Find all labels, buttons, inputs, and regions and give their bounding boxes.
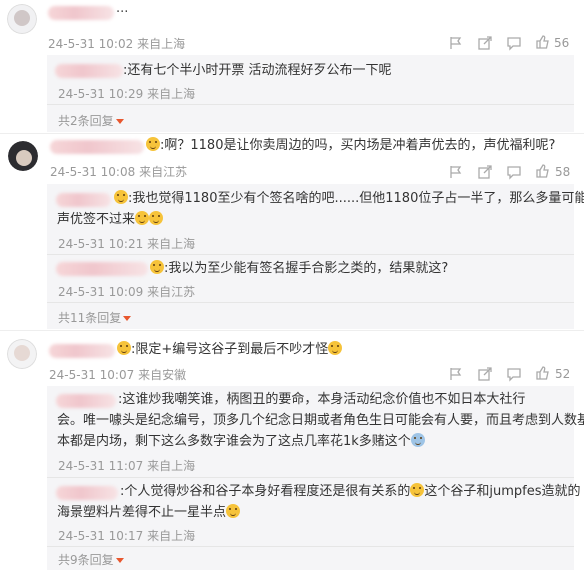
- comment-divider: [0, 133, 584, 134]
- comment-icon[interactable]: [506, 366, 522, 382]
- reply-text: :还有七个半小时开票 活动流程好歹公布一下呢: [123, 63, 392, 78]
- chevron-down-icon: [115, 119, 124, 124]
- reply-text: 海景塑料片差得不止一星半点: [57, 502, 241, 523]
- username-redacted[interactable]: [56, 262, 148, 276]
- emoji-icon: [150, 260, 164, 274]
- like-count: 56: [554, 36, 570, 50]
- report-icon[interactable]: [448, 35, 464, 51]
- share-icon[interactable]: [477, 35, 493, 51]
- chevron-down-icon: [123, 316, 132, 321]
- more-replies-link[interactable]: 共9条回复: [58, 551, 124, 568]
- like-icon[interactable]: [535, 163, 551, 179]
- more-replies-link[interactable]: 共11条回复: [58, 309, 132, 326]
- report-icon[interactable]: [448, 164, 464, 180]
- reply-time: 24-5-31 11:07 来自上海: [58, 459, 196, 473]
- emoji-icon: [149, 211, 164, 225]
- reply-text: :我也觉得1180至少有个签名啥的吧......但他1180位子占一半了，那么多…: [114, 188, 584, 209]
- comment-icon[interactable]: [506, 164, 522, 180]
- comment-text: :啊？1180是让你卖周边的吗，买内场是冲着声优去的，声优福利呢?: [146, 135, 555, 156]
- reply-time: 24-5-31 10:17 来自上海: [58, 529, 196, 543]
- username-redacted[interactable]: [56, 394, 116, 408]
- share-icon[interactable]: [477, 366, 493, 382]
- username-redacted[interactable]: [50, 140, 144, 154]
- share-icon[interactable]: [477, 164, 493, 180]
- like-count: 58: [555, 165, 571, 179]
- reply-text: 会。唯一噱头是纪念编号，顶多几个纪念日期或者角色生日可能会有人要，而且考虑到人数…: [57, 413, 584, 428]
- comment-divider: [0, 330, 584, 331]
- comment-time: 24-5-31 10:02 来自上海: [48, 37, 186, 51]
- emoji-icon: [135, 211, 150, 225]
- more-replies-link[interactable]: 共2条回复: [58, 112, 124, 129]
- like-icon[interactable]: [535, 365, 551, 381]
- avatar[interactable]: [7, 4, 37, 34]
- divider: [47, 477, 574, 478]
- reply-text: :我以为至少能有签名握手合影之类的，结果就这?: [150, 258, 448, 279]
- username-redacted[interactable]: [56, 486, 118, 500]
- comment-time: 24-5-31 10:07 来自安徽: [49, 368, 187, 382]
- reply-text: :这谁炒我嘲笑谁，柄图丑的要命，本身活动纪念价值也不如日本大社行: [118, 392, 526, 407]
- username-redacted[interactable]: [56, 193, 111, 207]
- emoji-icon: [146, 137, 160, 151]
- avatar[interactable]: [8, 141, 38, 171]
- divider: [47, 254, 574, 255]
- divider: [47, 546, 574, 547]
- username-redacted[interactable]: [49, 344, 115, 358]
- divider: [47, 302, 574, 303]
- username-redacted[interactable]: [55, 64, 123, 78]
- reply-time: 24-5-31 10:09 来自江苏: [58, 285, 196, 299]
- comment-time: 24-5-31 10:08 来自江苏: [50, 165, 188, 179]
- reply-time: 24-5-31 10:21 来自上海: [58, 237, 196, 251]
- username-redacted[interactable]: [48, 6, 114, 20]
- reply-time: 24-5-31 10:29 来自上海: [58, 87, 196, 101]
- reply-text: :个人觉得炒谷和谷子本身好看程度还是很有关系的 这个谷子和jumpfes造就的: [120, 483, 581, 499]
- emoji-icon: [410, 483, 425, 497]
- avatar[interactable]: [7, 339, 37, 369]
- reply-text: 声优签不过来: [57, 209, 164, 230]
- emoji-icon: [117, 341, 131, 355]
- like-icon[interactable]: [535, 34, 551, 50]
- emoji-icon: [328, 341, 343, 355]
- chevron-down-icon: [115, 558, 124, 563]
- reply-text: 本都是内场，剩下这么多数字谁会为了这点几率花1k多赌这个: [57, 431, 425, 452]
- comment-text: ...: [116, 1, 129, 16]
- comment-text: :限定+编号这谷子到最后不吵才怪: [117, 339, 343, 360]
- emoji-icon: [226, 504, 241, 518]
- emoji-icon: [410, 433, 425, 447]
- like-count: 52: [555, 367, 571, 381]
- report-icon[interactable]: [448, 366, 464, 382]
- comment-icon[interactable]: [506, 35, 522, 51]
- emoji-icon: [114, 190, 128, 204]
- divider: [47, 104, 574, 105]
